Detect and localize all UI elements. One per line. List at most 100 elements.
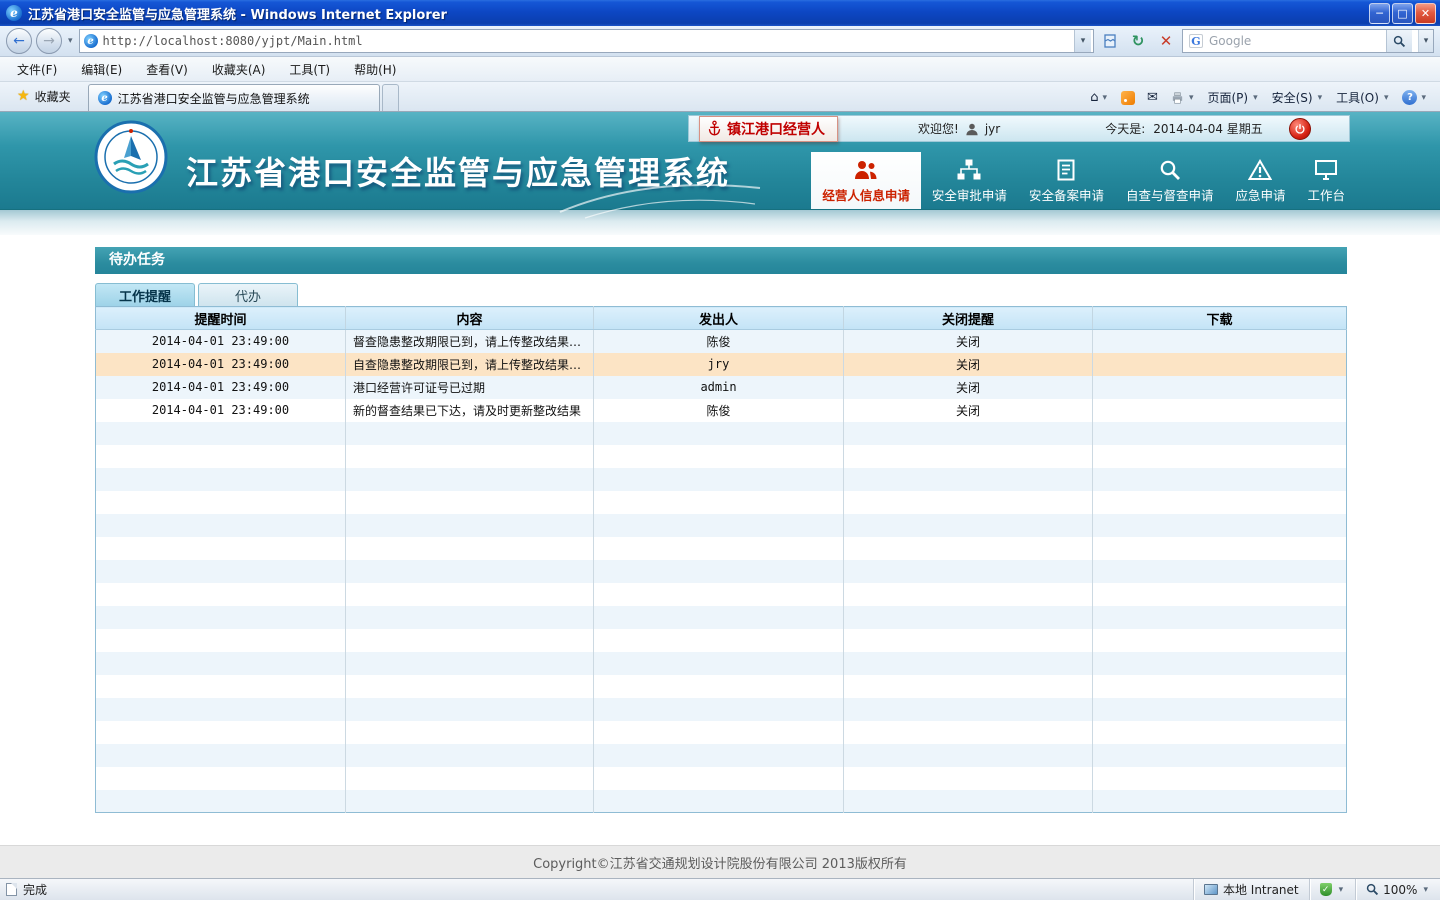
search-box[interactable]: G Google ▾ xyxy=(1182,29,1434,53)
table-row xyxy=(96,583,1347,606)
nav-safety-approval[interactable]: 安全审批申请 xyxy=(921,152,1018,209)
table-cell xyxy=(96,652,346,675)
nav-operator-info[interactable]: 经营人信息申请 xyxy=(811,152,921,209)
nav-emergency[interactable]: 应急申请 xyxy=(1224,152,1296,209)
close-reminder-link[interactable]: 关闭 xyxy=(844,353,1093,376)
table-cell xyxy=(844,744,1093,767)
page-favicon-icon: e xyxy=(84,34,98,48)
col-header-sender: 发出人 xyxy=(594,307,844,330)
table-cell xyxy=(96,537,346,560)
intranet-icon xyxy=(1204,884,1218,895)
menu-favorites[interactable]: 收藏夹(A) xyxy=(201,58,277,81)
table-cell xyxy=(96,422,346,445)
close-reminder-link[interactable]: 关闭 xyxy=(844,330,1093,353)
date-value: 2014-04-04 星期五 xyxy=(1153,120,1263,137)
address-input[interactable]: e http://localhost:8080/yjpt/Main.html ▾ xyxy=(79,29,1094,53)
table-cell: 2014-04-01 23:49:00 xyxy=(96,399,346,422)
table-cell xyxy=(1093,491,1347,514)
protected-mode-cell[interactable]: ✓ ▾ xyxy=(1309,879,1356,900)
table-cell xyxy=(594,537,844,560)
table-cell xyxy=(1093,514,1347,537)
table-cell xyxy=(594,767,844,790)
menu-view[interactable]: 查看(V) xyxy=(135,58,199,81)
table-cell xyxy=(594,468,844,491)
tab-work-reminder[interactable]: 工作提醒 xyxy=(95,283,195,306)
table-cell: 督查隐患整改期限已到，请上传整改结果… xyxy=(346,330,594,353)
table-cell: 2014-04-01 23:49:00 xyxy=(96,330,346,353)
nav-workbench[interactable]: 工作台 xyxy=(1296,152,1356,209)
status-bar: 完成 本地 Intranet ✓ ▾ 100% ▾ xyxy=(0,878,1440,900)
table-cell xyxy=(346,698,594,721)
tab-todo[interactable]: 代办 xyxy=(198,283,298,306)
help-button[interactable]: ?▾ xyxy=(1402,90,1428,105)
table-cell xyxy=(1093,537,1347,560)
url-text[interactable]: http://localhost:8080/yjpt/Main.html xyxy=(103,34,1069,48)
operators-icon xyxy=(853,157,879,181)
autocomplete-dropdown[interactable]: ▾ xyxy=(1074,30,1091,52)
menu-edit[interactable]: 编辑(E) xyxy=(70,58,133,81)
tools-menu-button[interactable]: 工具(O)▾ xyxy=(1336,89,1390,106)
zoom-control[interactable]: 100% ▾ xyxy=(1355,879,1440,900)
close-reminder-link[interactable]: 关闭 xyxy=(844,376,1093,399)
nav-safety-record[interactable]: 安全备案申请 xyxy=(1018,152,1115,209)
zoom-icon xyxy=(1366,883,1379,896)
monitor-icon xyxy=(1314,157,1338,181)
table-cell xyxy=(1093,422,1347,445)
col-header-content: 内容 xyxy=(346,307,594,330)
page-menu-button[interactable]: 页面(P)▾ xyxy=(1207,89,1259,106)
new-tab-button[interactable] xyxy=(382,84,399,111)
table-row xyxy=(96,491,1347,514)
home-button[interactable]: ⌂▾ xyxy=(1090,90,1109,105)
table-cell xyxy=(1093,583,1347,606)
search-options-dropdown[interactable]: ▾ xyxy=(1418,30,1433,52)
nav-inspection[interactable]: 自查与督查申请 xyxy=(1115,152,1225,209)
logout-button[interactable] xyxy=(1289,118,1311,140)
table-row xyxy=(96,767,1347,790)
print-button[interactable]: ▾ xyxy=(1170,91,1196,105)
col-header-download: 下载 xyxy=(1093,307,1347,330)
browser-tab[interactable]: e 江苏省港口安全监管与应急管理系统 xyxy=(88,84,380,111)
refresh-button[interactable]: ↻ xyxy=(1126,29,1150,53)
security-zone: 本地 Intranet xyxy=(1193,879,1309,900)
table-cell xyxy=(594,560,844,583)
table-cell xyxy=(844,790,1093,813)
favorites-button[interactable]: ★ 收藏夹 xyxy=(8,84,80,108)
search-go-button[interactable] xyxy=(1386,30,1412,52)
recent-pages-dropdown[interactable]: ▾ xyxy=(66,36,75,46)
feed-button[interactable] xyxy=(1121,91,1135,105)
menu-tools[interactable]: 工具(T) xyxy=(278,58,341,81)
table-row xyxy=(96,744,1347,767)
protected-mode-dropdown[interactable]: ▾ xyxy=(1337,885,1346,895)
table-cell xyxy=(346,560,594,583)
maximize-button[interactable]: □ xyxy=(1392,3,1413,24)
forward-button[interactable]: → xyxy=(36,28,62,54)
warning-icon xyxy=(1248,157,1272,181)
table-cell xyxy=(844,606,1093,629)
table-cell xyxy=(594,514,844,537)
table-cell: 港口经营许可证号已过期 xyxy=(346,376,594,399)
safety-menu-button[interactable]: 安全(S)▾ xyxy=(1272,89,1325,106)
table-row: 2014-04-01 23:49:00自查隐患整改期限已到，请上传整改结果…jr… xyxy=(96,353,1347,376)
back-button[interactable]: ← xyxy=(6,28,32,54)
zone-text: 本地 Intranet xyxy=(1223,881,1299,898)
table-cell xyxy=(346,537,594,560)
table-cell xyxy=(844,583,1093,606)
menu-file[interactable]: 文件(F) xyxy=(6,58,68,81)
date-group: 今天是: 2014-04-04 星期五 xyxy=(1105,120,1263,137)
compatibility-view-button[interactable] xyxy=(1098,29,1122,53)
task-tabs: 工作提醒 代办 xyxy=(95,283,1347,306)
menu-help[interactable]: 帮助(H) xyxy=(343,58,407,81)
table-cell xyxy=(594,721,844,744)
table-cell: 2014-04-01 23:49:00 xyxy=(96,353,346,376)
close-button[interactable]: ✕ xyxy=(1415,3,1436,24)
menu-bar: 文件(F) 编辑(E) 查看(V) 收藏夹(A) 工具(T) 帮助(H) xyxy=(0,57,1440,82)
stop-button[interactable]: ✕ xyxy=(1154,29,1178,53)
close-reminder-link[interactable]: 关闭 xyxy=(844,399,1093,422)
shield-icon: ✓ xyxy=(1320,883,1332,896)
read-mail-button[interactable]: ✉ xyxy=(1147,90,1158,105)
zoom-dropdown[interactable]: ▾ xyxy=(1421,885,1430,895)
table-cell xyxy=(594,675,844,698)
search-input[interactable]: Google xyxy=(1209,34,1380,48)
minimize-button[interactable]: ─ xyxy=(1369,3,1390,24)
site-logo xyxy=(94,120,168,194)
